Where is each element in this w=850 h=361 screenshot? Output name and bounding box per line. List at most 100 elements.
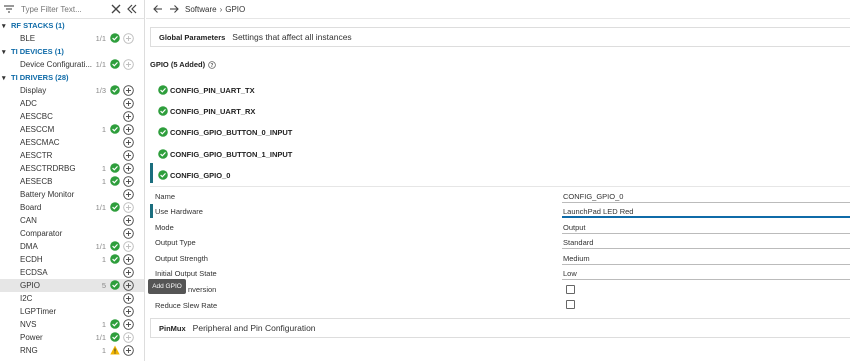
output-strength-field[interactable]: Medium [562, 253, 850, 265]
add-instance-icon[interactable] [123, 254, 134, 265]
add-instance-icon[interactable] [123, 215, 134, 226]
module-label: AESCBC [20, 112, 53, 121]
initial-output-state-field[interactable]: Low [562, 268, 850, 280]
status-ok-icon [110, 163, 120, 173]
add-instance-icon[interactable] [123, 150, 134, 161]
instance-config-gpio-button-1-input[interactable]: CONFIG_GPIO_BUTTON_1_INPUT [158, 147, 292, 161]
module-ecdsa[interactable]: ECDSA [0, 266, 144, 279]
module-aesecb[interactable]: AESECB 1 [0, 175, 144, 188]
instance-count: 1/1 [95, 333, 106, 342]
breadcrumb-software[interactable]: Software [185, 5, 217, 14]
add-instance-icon[interactable] [123, 163, 134, 174]
add-instance-icon[interactable] [123, 293, 134, 304]
module-rng[interactable]: RNG 1 [0, 344, 144, 357]
forward-arrow-icon[interactable] [169, 4, 179, 14]
status-ok-icon [158, 85, 168, 95]
clear-filter-icon[interactable] [110, 3, 122, 15]
category-ti-devices-1[interactable]: ▾ TI DEVICES (1) [0, 45, 144, 58]
pinmux-section[interactable]: PinMux Peripheral and Pin Configuration [150, 318, 850, 338]
use-hardware-indicator [150, 204, 153, 218]
status-ok-icon [110, 33, 120, 43]
module-display[interactable]: Display 1/3 [0, 84, 144, 97]
module-adc[interactable]: ADC [0, 97, 144, 110]
module-device-configurati[interactable]: Device Configurati... 1/1 [0, 58, 144, 71]
instance-count: 1 [101, 125, 106, 134]
module-label: AESCTR [20, 151, 53, 160]
instance-label: CONFIG_GPIO_BUTTON_0_INPUT [170, 127, 293, 137]
module-label: I2C [20, 294, 33, 303]
help-icon[interactable]: ? [208, 60, 216, 69]
module-ble[interactable]: BLE 1/1 [0, 32, 144, 45]
filter-input[interactable] [21, 4, 103, 14]
add-instance-icon[interactable] [123, 137, 134, 148]
add-instance-icon [123, 332, 134, 343]
module-dma[interactable]: DMA 1/1 [0, 240, 144, 253]
initial-output-state-label: Initial Output State [155, 269, 217, 278]
module-comparator[interactable]: Comparator [0, 227, 144, 240]
module-power[interactable]: Power 1/1 [0, 331, 144, 344]
module-aescmac[interactable]: AESCMAC [0, 136, 144, 149]
add-instance-icon [123, 59, 134, 70]
module-lgptimer[interactable]: LGPTimer [0, 305, 144, 318]
module-aesctrdrbg[interactable]: AESCTRDRBG 1 [0, 162, 144, 175]
filter-icon[interactable] [3, 3, 15, 15]
module-aesctr[interactable]: AESCTR [0, 149, 144, 162]
status-ok-icon [158, 170, 168, 180]
status-ok-icon [110, 280, 120, 290]
instance-count: 1/1 [95, 34, 106, 43]
gpio-instances-header: GPIO (5 Added) ? [150, 60, 216, 69]
divider [150, 186, 850, 187]
module-can[interactable]: CAN [0, 214, 144, 227]
name-label: Name [155, 192, 176, 201]
module-nvs[interactable]: NVS 1 [0, 318, 144, 331]
category-rf-stacks-1[interactable]: ▾ RF STACKS (1) [0, 19, 144, 32]
status-ok-icon [110, 254, 120, 264]
add-instance-icon[interactable] [123, 345, 134, 356]
output-strength-label: Output Strength [155, 254, 208, 263]
instance-count: 1/1 [95, 203, 106, 212]
mode-field[interactable]: Output [562, 222, 850, 234]
status-ok-icon [110, 176, 120, 186]
module-battery-monitor[interactable]: Battery Monitor [0, 188, 144, 201]
module-board[interactable]: Board 1/1 [0, 201, 144, 214]
instance-config-pin-uart-rx[interactable]: CONFIG_PIN_UART_RX [158, 104, 255, 118]
module-aescbc[interactable]: AESCBC [0, 110, 144, 123]
breadcrumb-separator: › [219, 4, 223, 14]
add-instance-icon[interactable] [123, 267, 134, 278]
invert-checkbox[interactable] [566, 285, 575, 294]
add-instance-icon[interactable] [123, 280, 134, 291]
output-type-field[interactable]: Standard [562, 237, 850, 249]
collapse-all-icon[interactable] [126, 3, 138, 15]
module-ecdh[interactable]: ECDH 1 [0, 253, 144, 266]
add-instance-icon[interactable] [123, 98, 134, 109]
name-field[interactable]: CONFIG_GPIO_0 [562, 191, 850, 203]
status-ok-icon [110, 332, 120, 342]
back-arrow-icon[interactable] [153, 4, 163, 14]
add-instance-icon[interactable] [123, 228, 134, 239]
global-parameters-section[interactable]: Global Parameters Settings that affect a… [150, 27, 850, 47]
add-instance-icon[interactable] [123, 124, 134, 135]
add-instance-icon[interactable] [123, 85, 134, 96]
add-instance-icon[interactable] [123, 189, 134, 200]
module-aesccm[interactable]: AESCCM 1 [0, 123, 144, 136]
reduce-slew-rate-checkbox[interactable] [566, 300, 575, 309]
module-gpio[interactable]: GPIO 5 [0, 279, 144, 292]
instance-config-gpio-0[interactable]: CONFIG_GPIO_0 [158, 168, 230, 182]
gpio-count-label: GPIO (5 Added) [150, 60, 206, 69]
pinmux-title: PinMux [159, 323, 186, 333]
add-instance-icon[interactable] [123, 306, 134, 317]
breadcrumb-gpio[interactable]: GPIO [225, 5, 245, 14]
instance-config-pin-uart-tx[interactable]: CONFIG_PIN_UART_TX [158, 83, 255, 97]
add-instance-icon[interactable] [123, 111, 134, 122]
category-ti-drivers-28[interactable]: ▾ TI DRIVERS (28) [0, 71, 144, 84]
instance-count: 1/1 [95, 60, 106, 69]
global-parameters-description: Settings that affect all instances [232, 32, 352, 42]
status-ok-icon [158, 127, 168, 137]
instance-config-gpio-button-0-input[interactable]: CONFIG_GPIO_BUTTON_0_INPUT [158, 125, 292, 139]
module-label: Display [20, 86, 47, 95]
module-i2c[interactable]: I2C [0, 292, 144, 305]
instance-count: 1/1 [95, 242, 106, 251]
add-instance-icon[interactable] [123, 319, 134, 330]
add-instance-icon[interactable] [123, 176, 134, 187]
use-hardware-field[interactable]: LaunchPad LED Red [562, 206, 850, 218]
